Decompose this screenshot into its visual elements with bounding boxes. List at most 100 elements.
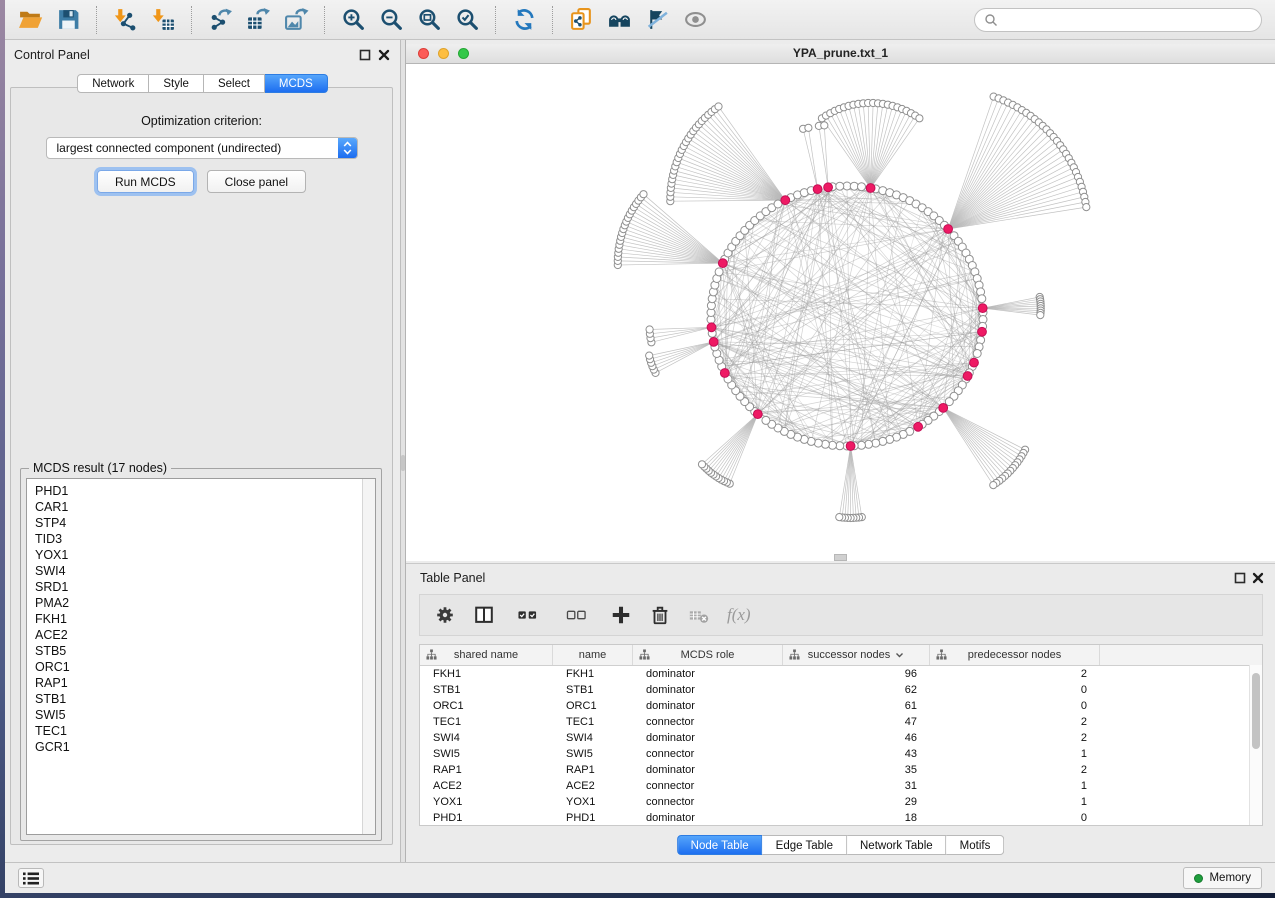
column-label: successor nodes — [808, 649, 891, 661]
table-row[interactable]: STB1STB1dominator620 — [420, 682, 1262, 698]
mcds-result-item[interactable]: TEC1 — [35, 723, 375, 739]
cell-name: RAP1 — [553, 764, 633, 776]
export-table-button[interactable] — [239, 3, 277, 37]
mcds-result-item[interactable]: STB5 — [35, 643, 375, 659]
table-row[interactable]: YOX1YOX1connector291 — [420, 794, 1262, 810]
mcds-result-item[interactable]: CAR1 — [35, 499, 375, 515]
maximize-window-icon[interactable] — [458, 48, 469, 59]
function-builder-button[interactable]: f(x) — [727, 605, 751, 625]
table-row[interactable]: PHD1PHD1dominator180 — [420, 810, 1262, 826]
run-mcds-button[interactable]: Run MCDS — [97, 170, 194, 193]
mcds-result-item[interactable]: SRD1 — [35, 579, 375, 595]
table-row[interactable]: RAP1RAP1dominator352 — [420, 762, 1262, 778]
mcds-result-item[interactable]: RAP1 — [35, 675, 375, 691]
show-columns-button[interactable] — [469, 600, 499, 630]
zoom-selected-button[interactable] — [448, 3, 486, 37]
network-window-title: YPA_prune.txt_1 — [406, 44, 1275, 63]
table-row[interactable]: FKH1FKH1dominator962 — [420, 666, 1262, 682]
canvas-splitter-grip[interactable] — [834, 554, 847, 561]
network-canvas[interactable] — [406, 64, 1275, 561]
binoculars-icon — [607, 7, 632, 32]
table-row[interactable]: ACE2ACE2connector311 — [420, 778, 1262, 794]
tab-select[interactable]: Select — [204, 74, 265, 93]
column-header-shared-name[interactable]: shared name — [420, 645, 553, 665]
zoom-fit-button[interactable] — [410, 3, 448, 37]
mcds-result-item[interactable]: SWI4 — [35, 563, 375, 579]
node-table[interactable]: shared namenameMCDS role successor nodes p… — [419, 644, 1263, 826]
mcds-result-item[interactable]: ORC1 — [35, 659, 375, 675]
network-search-box[interactable] — [974, 8, 1262, 32]
clone-network-button[interactable] — [562, 3, 600, 37]
tab-network-table[interactable]: Network Table — [847, 835, 947, 855]
network-window-titlebar[interactable]: YPA_prune.txt_1 — [406, 44, 1275, 64]
mcds-result-item[interactable]: YOX1 — [35, 547, 375, 563]
hide-selected-button[interactable] — [638, 3, 676, 37]
mcds-result-item[interactable]: STB1 — [35, 691, 375, 707]
float-panel-icon[interactable] — [359, 49, 371, 61]
select-all-rows-button[interactable] — [508, 600, 548, 630]
mcds-result-item[interactable]: GCR1 — [35, 739, 375, 755]
sort-desc-icon[interactable] — [895, 652, 904, 659]
criterion-select[interactable]: largest connected component (undirected) — [46, 137, 358, 159]
save-session-button[interactable] — [49, 3, 87, 37]
eye-icon — [683, 7, 708, 32]
cell-name: SWI5 — [553, 748, 633, 760]
mcds-result-item[interactable]: ACE2 — [35, 627, 375, 643]
column-header-mcds-role[interactable]: MCDS role — [633, 645, 783, 665]
tab-edge-table[interactable]: Edge Table — [763, 835, 847, 855]
table-row[interactable]: ORC1ORC1dominator610 — [420, 698, 1262, 714]
table-row[interactable]: SWI4SWI4dominator462 — [420, 730, 1262, 746]
panel-menu-button[interactable] — [18, 868, 44, 888]
table-scrollbar[interactable] — [1249, 665, 1262, 825]
deselect-all-rows-button[interactable] — [557, 600, 597, 630]
result-scrollbar[interactable] — [362, 479, 375, 834]
column-header-successor-nodes[interactable]: successor nodes — [783, 645, 930, 665]
cell-mcds-role: dominator — [633, 700, 783, 712]
float-table-panel-icon[interactable] — [1234, 572, 1246, 584]
minimize-window-icon[interactable] — [438, 48, 449, 59]
close-window-icon[interactable] — [418, 48, 429, 59]
mcds-result-item[interactable]: PHD1 — [35, 483, 375, 499]
network-graph[interactable] — [406, 64, 1275, 561]
mcds-result-item[interactable]: FKH1 — [35, 611, 375, 627]
tab-network[interactable]: Network — [77, 74, 149, 93]
mcds-result-item[interactable]: TID3 — [35, 531, 375, 547]
column-header-predecessor-nodes[interactable]: predecessor nodes — [930, 645, 1100, 665]
zoom-out-button[interactable] — [372, 3, 410, 37]
refresh-view-button[interactable] — [505, 3, 543, 37]
table-row[interactable]: SWI5SWI5connector431 — [420, 746, 1262, 762]
tab-node-table[interactable]: Node Table — [677, 835, 763, 855]
search-input[interactable] — [1003, 12, 1252, 28]
import-network-button[interactable] — [106, 3, 144, 37]
close-panel-button[interactable]: Close panel — [207, 170, 306, 193]
destroy-table-button[interactable] — [684, 600, 714, 630]
scrollbar-thumb[interactable] — [1252, 673, 1260, 749]
mcds-result-item[interactable]: SWI5 — [35, 707, 375, 723]
optimization-criterion-label: Optimization criterion: — [11, 114, 392, 128]
mcds-result-item[interactable]: PMA2 — [35, 595, 375, 611]
delete-column-button[interactable] — [645, 600, 675, 630]
open-file-button[interactable] — [11, 3, 49, 37]
close-table-panel-icon[interactable] — [1252, 572, 1264, 584]
tab-mcds[interactable]: MCDS — [265, 74, 328, 93]
table-settings-button[interactable] — [430, 600, 460, 630]
tab-style[interactable]: Style — [149, 74, 204, 93]
import-table-button[interactable] — [144, 3, 182, 37]
export-network-button[interactable] — [201, 3, 239, 37]
show-all-button[interactable] — [676, 3, 714, 37]
cell-predecessor-nodes: 1 — [930, 796, 1100, 808]
zoom-in-button[interactable] — [334, 3, 372, 37]
splitter-grip[interactable] — [401, 455, 405, 471]
column-header-name[interactable]: name — [553, 645, 633, 665]
mcds-result-item[interactable]: STP4 — [35, 515, 375, 531]
status-bar: Memory — [5, 862, 1275, 893]
export-image-button[interactable] — [277, 3, 315, 37]
close-panel-icon[interactable] — [378, 49, 390, 61]
table-row[interactable]: TEC1TEC1connector472 — [420, 714, 1262, 730]
memory-button[interactable]: Memory — [1183, 867, 1262, 889]
first-neighbors-button[interactable] — [600, 3, 638, 37]
tab-motifs[interactable]: Motifs — [947, 835, 1005, 855]
cell-mcds-role: connector — [633, 796, 783, 808]
mcds-result-list[interactable]: PHD1CAR1STP4TID3YOX1SWI4SRD1PMA2FKH1ACE2… — [26, 478, 376, 835]
add-column-button[interactable] — [606, 600, 636, 630]
